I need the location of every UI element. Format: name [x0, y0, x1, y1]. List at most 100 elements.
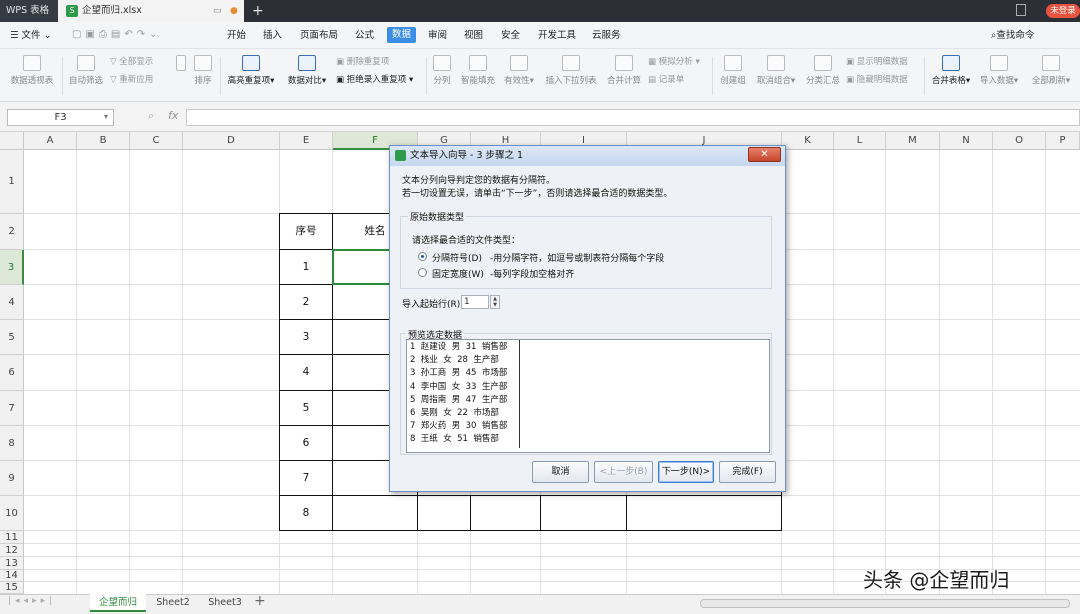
fixed-width-radio[interactable] [418, 268, 427, 277]
sheet-nav-arrows-icon[interactable]: |◂◂▸▸| [8, 596, 56, 606]
show-all-button[interactable]: ▽ 全部显示 [110, 55, 153, 69]
seq-cell[interactable]: 3 [279, 319, 333, 355]
row-header-15[interactable]: 15 [0, 582, 24, 594]
merge-calc-button[interactable]: 合并计算 [604, 51, 644, 99]
tab-start[interactable]: 开始 [227, 22, 246, 49]
header-cell-seq[interactable]: 序号 [279, 213, 333, 250]
start-row-spinner[interactable]: ▲ ▼ [490, 295, 500, 309]
fx-icon[interactable]: fx [168, 109, 178, 122]
start-row-input[interactable]: 1 [461, 295, 489, 309]
col-header-n[interactable]: N [940, 132, 993, 150]
tab-page-layout[interactable]: 页面布局 [300, 22, 338, 49]
col-header-m[interactable]: M [886, 132, 940, 150]
row-header-4[interactable]: 4 [0, 285, 24, 320]
highlight-duplicates-button[interactable]: 高亮重复项▾ [224, 51, 278, 99]
delete-duplicates-button[interactable]: ▣ 删除重复项 [336, 55, 413, 69]
create-group-button[interactable]: 创建组 [716, 51, 750, 99]
merge-table-button[interactable]: 合并表格▾ [928, 51, 974, 99]
col-header-d[interactable]: D [183, 132, 280, 150]
col-header-a[interactable]: A [24, 132, 77, 150]
refresh-all-button[interactable]: 全部刷新▾ [1026, 51, 1076, 99]
sheet-tab-active[interactable]: 企望而归 [90, 594, 146, 612]
reject-duplicates-button[interactable]: ▣ 拒绝录入重复项 ▾ [336, 73, 413, 87]
col-header-k[interactable]: K [782, 132, 834, 150]
seq-cell[interactable]: 5 [279, 390, 333, 426]
preview-box[interactable]: 1 赵建设 男 31 销售部 2 栈业 女 28 生产部 3 孙工商 男 45 … [406, 339, 770, 453]
login-badge[interactable]: 未登录 [1046, 4, 1080, 18]
validity-button[interactable]: 有效性▾ [502, 51, 536, 99]
tab-developer[interactable]: 开发工具 [538, 22, 576, 49]
row-header-2[interactable]: 2 [0, 214, 24, 250]
reapply-button[interactable]: ▽ 重新应用 [110, 73, 153, 87]
data-cell[interactable] [626, 495, 782, 531]
insert-dropdown-button[interactable]: 插入下拉列表 [543, 51, 599, 99]
sort-az-button[interactable] [172, 51, 190, 99]
delimited-radio[interactable] [418, 252, 427, 261]
select-all-corner[interactable] [0, 132, 24, 150]
auto-filter-button[interactable]: 自动筛选 [66, 51, 106, 99]
tab-cloud[interactable]: 云服务 [592, 22, 621, 49]
split-column-button[interactable]: 分列 [430, 51, 454, 99]
record-button[interactable]: ▤ 记录单 [648, 73, 700, 87]
seq-cell[interactable]: 2 [279, 284, 333, 320]
monitor-icon[interactable]: ▭ [213, 0, 222, 22]
row-header-11[interactable]: 11 [0, 531, 24, 544]
new-tab-plus-icon[interactable]: + [252, 0, 264, 22]
row-header-1[interactable]: 1 [0, 150, 24, 214]
formula-input[interactable] [186, 109, 1080, 126]
row-header-9[interactable]: 9 [0, 461, 24, 496]
file-menu[interactable]: ☰ 文件 ⌄ [10, 22, 52, 49]
delimited-label[interactable]: 分隔符号(D) [432, 251, 482, 264]
app-tab[interactable]: WPS 表格 [0, 0, 58, 22]
row-header-14[interactable]: 14 [0, 570, 24, 582]
tab-insert[interactable]: 插入 [263, 22, 282, 49]
simulate-button[interactable]: ▦ 模拟分析 ▾ [648, 55, 700, 69]
name-cell[interactable] [332, 495, 418, 531]
zoom-formula-icon[interactable]: ⌕ [148, 109, 154, 123]
col-header-l[interactable]: L [834, 132, 886, 150]
row-header-5[interactable]: 5 [0, 320, 24, 355]
close-button[interactable]: ✕ [748, 147, 781, 162]
row-header-6[interactable]: 6 [0, 355, 24, 391]
sheet-tab-sheet2[interactable]: Sheet2 [150, 594, 196, 612]
tab-view[interactable]: 视图 [464, 22, 483, 49]
data-cell[interactable] [470, 495, 541, 531]
name-box[interactable]: F3 [7, 109, 114, 126]
tab-formula[interactable]: 公式 [355, 22, 374, 49]
finish-button[interactable]: 完成(F) [719, 461, 776, 483]
tab-data[interactable]: 数据 [387, 27, 417, 43]
pivot-table-button[interactable]: 数据透视表 [8, 51, 56, 99]
seq-cell[interactable]: 7 [279, 460, 333, 496]
show-detail-button[interactable]: ▣ 显示明细数据 [846, 55, 908, 69]
add-sheet-plus-icon[interactable]: + [254, 593, 266, 609]
seq-cell[interactable]: 1 [279, 249, 333, 285]
fixed-width-label[interactable]: 固定宽度(W) [432, 267, 484, 280]
hide-detail-button[interactable]: ▣ 隐藏明细数据 [846, 73, 908, 87]
quick-access-icons[interactable]: ▢▣⎙▤↶↷⌄ [72, 29, 161, 40]
tab-review[interactable]: 审阅 [428, 22, 447, 49]
seq-cell[interactable]: 4 [279, 354, 333, 391]
row-header-13[interactable]: 13 [0, 557, 24, 570]
row-header-3[interactable]: 3 [0, 250, 24, 285]
cancel-button[interactable]: 取消 [532, 461, 589, 483]
row-header-7[interactable]: 7 [0, 391, 24, 426]
next-button[interactable]: 下一步(N)> [658, 461, 714, 483]
ungroup-button[interactable]: 取消组合▾ [752, 51, 800, 99]
col-header-c[interactable]: C [130, 132, 183, 150]
tab-security[interactable]: 安全 [501, 22, 520, 49]
seq-cell[interactable]: 8 [279, 495, 333, 531]
search-command[interactable]: ⌕查找命令 [991, 22, 1034, 49]
col-header-p[interactable]: P [1046, 132, 1080, 150]
smart-fill-button[interactable]: 智能填充 [458, 51, 498, 99]
data-compare-button[interactable]: 数据对比▾ [284, 51, 330, 99]
back-button[interactable]: <上一步(B) [594, 461, 653, 483]
subtotal-button[interactable]: 分类汇总 [804, 51, 842, 99]
col-header-e[interactable]: E [280, 132, 333, 150]
row-header-12[interactable]: 12 [0, 544, 24, 557]
sort-button[interactable]: 排序 [190, 51, 216, 99]
dialog-title-bar[interactable]: 文本导入向导 - 3 步骤之 1 [390, 146, 785, 166]
sheet-tab-sheet3[interactable]: Sheet3 [202, 594, 248, 612]
window-mode-icon[interactable] [1016, 4, 1026, 16]
name-box-dropdown-icon[interactable]: ▾ [104, 112, 108, 121]
col-header-b[interactable]: B [77, 132, 130, 150]
